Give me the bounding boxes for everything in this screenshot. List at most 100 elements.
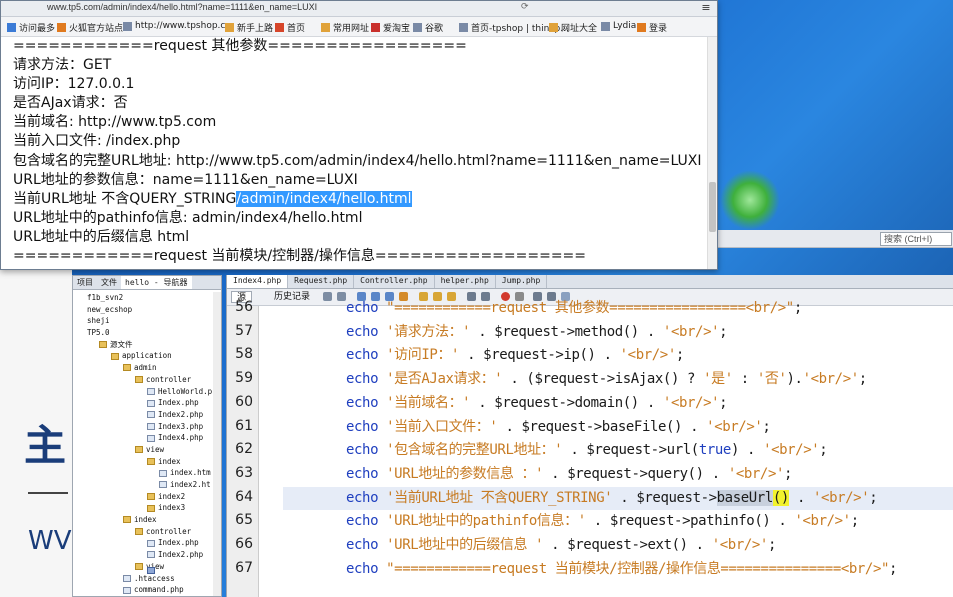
project-tab[interactable]: 文件 <box>97 276 121 289</box>
code-string: '<br/>' <box>619 347 677 364</box>
tree-item[interactable]: f1b_svn2 <box>75 292 213 574</box>
page-scrollbar[interactable] <box>707 37 717 269</box>
code-token: ; <box>767 537 776 553</box>
code-line[interactable]: echo "============request 其他参数==========… <box>283 297 953 321</box>
tree-item[interactable]: TP5.0 <box>75 327 213 574</box>
bookmark-item[interactable]: 爱淘宝 <box>371 21 410 34</box>
bookmark-icon <box>371 23 380 32</box>
address-bar[interactable]: www.tp5.com/admin/index4/hello.html?name… <box>1 1 717 17</box>
bookmark-item[interactable]: Lydia <box>601 21 636 31</box>
file-icon <box>147 399 155 407</box>
tree-item[interactable]: HelloWorld.p <box>75 386 213 398</box>
editor-tab[interactable]: Controller.php <box>354 275 435 288</box>
code-token: . $request->ip() . <box>459 347 620 364</box>
code-string: '请求方法：' <box>386 323 471 340</box>
code-string: '当前URL地址 不含QUERY_STRING' <box>386 489 613 506</box>
menu-icon[interactable]: ≡ <box>695 1 717 17</box>
code-line[interactable]: echo '当前入口文件：' . $request->baseFile() . … <box>283 416 953 440</box>
tree-item-label: HelloWorld.p <box>158 386 213 396</box>
bookmark-icon <box>275 23 284 32</box>
code-string: '<br/>' <box>711 537 769 553</box>
tree-item[interactable]: .htaccess <box>75 573 213 585</box>
editor-tab[interactable]: Index4.php <box>227 275 289 288</box>
tree-item[interactable]: Index4.php <box>75 432 213 444</box>
code-line[interactable]: echo '包含域名的完整URL地址：' . $request->url(tru… <box>283 439 953 463</box>
line-number: 59 <box>235 370 253 387</box>
tree-item[interactable]: index <box>75 456 213 468</box>
bookmark-icon <box>459 23 468 32</box>
code-line[interactable]: echo '请求方法：' . $request->method() . '<br… <box>283 321 953 345</box>
code-line[interactable]: echo 'URL地址中的pathinfo信息：' . $request->pa… <box>283 510 953 534</box>
code-token: ; <box>719 394 728 411</box>
code-token: ; <box>850 513 859 530</box>
tree-item[interactable]: new_ecshop <box>75 304 213 574</box>
tree-item[interactable]: index.htm <box>75 467 213 479</box>
tree-item[interactable]: Index.php <box>75 397 213 409</box>
tree-item[interactable]: sheji <box>75 315 213 574</box>
tree-item[interactable]: Index2.php <box>75 549 213 561</box>
reload-icon[interactable]: ⟳ <box>521 2 529 12</box>
editor-tab[interactable]: helper.php <box>435 275 496 288</box>
tree-item[interactable]: controller <box>75 374 213 386</box>
tree-item-label: f1b_svn2 <box>87 293 124 302</box>
tree-item[interactable]: index3 <box>75 502 213 514</box>
tree-item[interactable]: Index2.php <box>75 409 213 421</box>
tree-item[interactable]: Index3.php <box>75 421 213 433</box>
tree-item[interactable]: application <box>75 350 213 362</box>
bookmark-item[interactable]: http://www.tpshop.c... <box>123 21 234 31</box>
bookmark-item[interactable]: 访问最多 <box>7 21 55 34</box>
scrollbar-thumb[interactable] <box>709 182 716 232</box>
folder-icon <box>135 528 143 536</box>
code-line[interactable]: echo '访问IP：' . $request->ip() . '<br/>'; <box>283 344 953 368</box>
line-number: 63 <box>235 464 253 481</box>
tree-item-label: .htaccess <box>134 573 175 583</box>
code-token: . $request->method() . <box>470 323 663 340</box>
code-line[interactable]: echo 'URL地址的参数信息 ：' . $request->query() … <box>283 463 953 487</box>
code-token: ; <box>762 418 771 435</box>
output-line: 当前域名: http://www.tp5.com <box>13 114 217 131</box>
bookmark-label: 火狐官方站点 <box>69 24 124 34</box>
code-token: . $request-> <box>612 489 717 506</box>
code-line[interactable]: echo "============request 当前模块/控制器/操作信息=… <box>283 558 953 582</box>
bookmark-item[interactable]: 谷歌 <box>413 21 443 34</box>
bookmark-item[interactable]: 新手上路 <box>225 21 273 34</box>
tree-item[interactable]: index2 <box>75 491 213 503</box>
bookmark-icon <box>601 21 610 31</box>
bookmark-item[interactable]: 首页 <box>275 21 305 34</box>
selected-text[interactable]: /admin/index4/hello.html <box>236 190 412 207</box>
bookmark-item[interactable]: 火狐官方站点 <box>57 21 123 34</box>
tree-item[interactable]: index2.ht <box>75 479 213 491</box>
tree-item[interactable]: command.php <box>75 584 213 596</box>
code-keyword: true <box>698 442 732 459</box>
folder-icon <box>111 352 119 360</box>
tree-item[interactable]: view <box>75 444 213 456</box>
project-tab[interactable]: 项目 <box>73 276 97 289</box>
fold-column <box>260 306 282 597</box>
code-line[interactable]: echo '当前域名：' . $request->domain() . '<br… <box>283 392 953 416</box>
bookmark-item[interactable]: 登录 <box>637 21 667 34</box>
bookmark-item[interactable]: 网址大全 <box>549 21 597 34</box>
tree-item-label: Index3.php <box>158 421 204 431</box>
tree-item[interactable]: admin <box>75 362 213 374</box>
bookmark-item[interactable]: 常用网址 <box>321 21 369 34</box>
code-token: ; <box>819 442 828 459</box>
tree-item[interactable]: index <box>75 514 213 526</box>
code-line-current[interactable]: echo '当前URL地址 不含QUERY_STRING' . $request… <box>283 486 953 511</box>
bookmark-icon <box>549 23 558 32</box>
ide-search-input[interactable]: 搜索 (Ctrl+I) <box>880 232 952 246</box>
project-tab[interactable]: hello - 导航器 <box>121 276 192 289</box>
file-icon <box>159 469 167 477</box>
tree-item[interactable]: view <box>75 561 213 573</box>
editor-tab[interactable]: Request.php <box>288 275 355 288</box>
tree-item-label: new_ecshop <box>87 304 133 314</box>
code-line[interactable]: echo 'URL地址中的后缀信息 ' . $request->ext() . … <box>283 534 953 558</box>
tree-item[interactable]: 源文件 <box>75 339 213 351</box>
code-line[interactable]: echo '是否AJax请求：' . ($request->isAjax() ?… <box>283 368 953 392</box>
code-string: 'URL地址中的后缀信息 ' <box>386 537 544 553</box>
tree-item[interactable]: controller <box>75 526 213 538</box>
file-icon <box>147 422 155 430</box>
project-scrollbar[interactable] <box>213 292 221 596</box>
editor-tab[interactable]: Jump.php <box>496 275 548 288</box>
url-text[interactable]: www.tp5.com/admin/index4/hello.html?name… <box>47 2 317 12</box>
tree-item[interactable]: Index.php <box>75 537 213 549</box>
